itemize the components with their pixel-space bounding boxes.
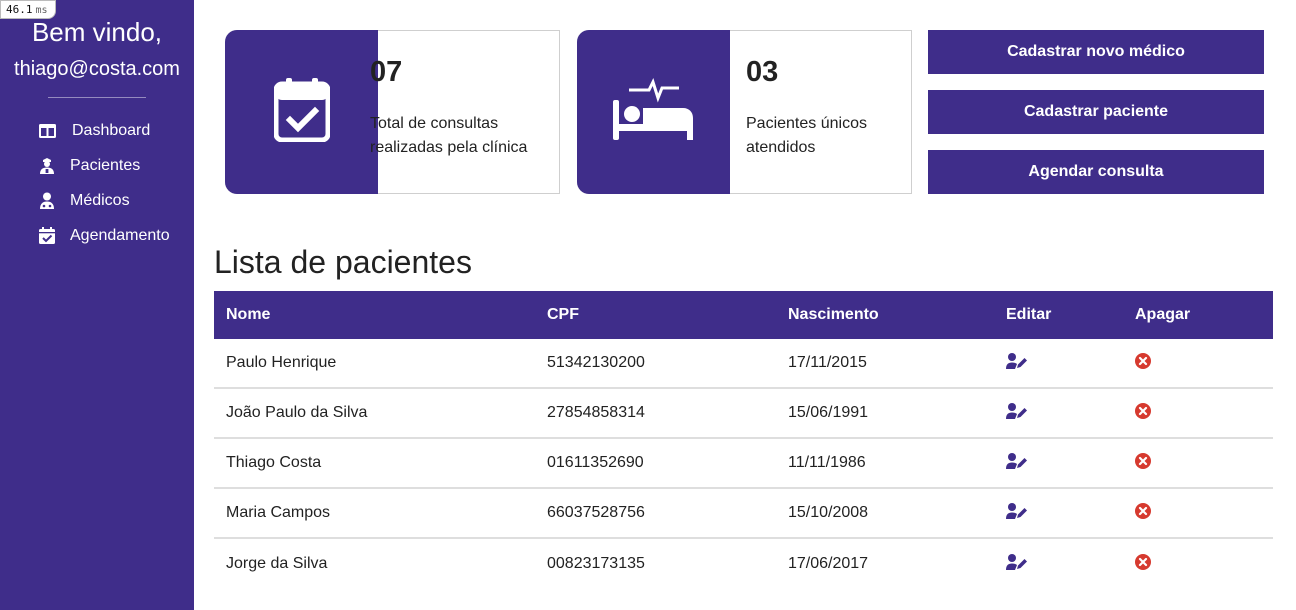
- delete-patient-button[interactable]: [1135, 402, 1151, 424]
- patient-cpf: 27854858314: [547, 404, 645, 421]
- card-icon-block: [225, 30, 378, 194]
- total-consultations-card: 07 Total de consultas realizadas pela cl…: [225, 30, 560, 194]
- user-edit-icon: [1006, 402, 1028, 424]
- patient-name: Paulo Henrique: [226, 354, 337, 371]
- patients-list-title: Lista de pacientes: [214, 244, 472, 280]
- card-value: 03: [746, 56, 779, 88]
- delete-patient-button[interactable]: [1135, 352, 1151, 374]
- header-cpf: CPF: [547, 306, 579, 323]
- bed-pulse-icon: [612, 77, 695, 147]
- close-circle-icon: [1135, 452, 1151, 474]
- sidebar-item-pacientes[interactable]: Pacientes: [36, 148, 186, 183]
- sidebar: Bem vindo, thiago@costa.com Dashboard Pa…: [0, 0, 194, 610]
- edit-patient-button[interactable]: [1006, 452, 1028, 474]
- table-row: João Paulo da Silva 27854858314 15/06/19…: [214, 389, 1273, 439]
- sidebar-item-label: Pacientes: [70, 156, 141, 174]
- header-name: Nome: [226, 306, 271, 323]
- welcome-text: Bem vindo,: [31, 17, 163, 47]
- close-circle-icon: [1135, 502, 1151, 524]
- patient-cpf: 66037528756: [547, 504, 645, 521]
- patient-birth: 15/06/1991: [788, 404, 869, 421]
- sidebar-nav: Dashboard Pacientes Médicos Agendamento: [36, 113, 186, 253]
- unique-patients-card: 03 Pacientes únicos atendidos: [577, 30, 912, 194]
- table-row: Thiago Costa 01611352690 11/11/1986: [214, 439, 1273, 489]
- schedule-appointment-button[interactable]: Agendar consulta: [928, 150, 1264, 194]
- render-time-value: 46.1: [6, 3, 33, 16]
- table-row: Paulo Henrique 51342130200 17/11/2015: [214, 339, 1273, 389]
- table-header: Nome CPF Nascimento Editar Apagar: [214, 291, 1273, 339]
- patient-name: Thiago Costa: [226, 454, 322, 471]
- sidebar-item-agendamento[interactable]: Agendamento: [36, 218, 186, 253]
- patient-name: Jorge da Silva: [226, 555, 328, 572]
- table-body: Paulo Henrique 51342130200 17/11/2015 Jo…: [214, 339, 1273, 589]
- new-patient-button[interactable]: Cadastrar paciente: [928, 90, 1264, 134]
- header-birth: Nascimento: [788, 306, 879, 323]
- sidebar-item-label: Dashboard: [72, 121, 151, 139]
- calendar-check-icon: [36, 225, 58, 247]
- header-edit: Editar: [1006, 306, 1052, 323]
- card-value: 07: [370, 56, 403, 88]
- patient-birth: 17/11/2015: [788, 354, 867, 371]
- header-delete: Apagar: [1135, 306, 1191, 323]
- sidebar-item-medicos[interactable]: Médicos: [36, 183, 186, 218]
- columns-icon: [36, 120, 58, 142]
- sidebar-item-dashboard[interactable]: Dashboard: [36, 113, 186, 148]
- user-edit-icon: [1006, 352, 1028, 374]
- patient-cpf: 00823173135: [547, 555, 645, 572]
- user-email: thiago@costa.com: [14, 58, 180, 80]
- card-description: Total de consultas realizadas pela clíni…: [370, 115, 528, 156]
- user-edit-icon: [1006, 502, 1028, 524]
- user-edit-icon: [1006, 553, 1028, 575]
- render-time-unit: ms: [35, 5, 48, 16]
- patient-birth: 11/11/1986: [788, 454, 866, 471]
- delete-patient-button[interactable]: [1135, 502, 1151, 524]
- user-doctor-icon: [36, 190, 58, 212]
- edit-patient-button[interactable]: [1006, 402, 1028, 424]
- edit-patient-button[interactable]: [1006, 553, 1028, 575]
- sidebar-item-label: Agendamento: [70, 226, 170, 244]
- patient-name: Maria Campos: [226, 504, 331, 521]
- edit-patient-button[interactable]: [1006, 502, 1028, 524]
- patient-cpf: 01611352690: [547, 454, 644, 471]
- user-nurse-icon: [36, 155, 58, 177]
- table-row: Maria Campos 66037528756 15/10/2008: [214, 489, 1273, 539]
- close-circle-icon: [1135, 352, 1151, 374]
- sidebar-item-label: Médicos: [70, 191, 130, 209]
- user-edit-icon: [1006, 452, 1028, 474]
- new-doctor-button[interactable]: Cadastrar novo médico: [928, 30, 1264, 74]
- patient-birth: 15/10/2008: [788, 504, 869, 521]
- calendar-check-icon: [273, 77, 330, 147]
- card-description: Pacientes únicos atendidos: [746, 115, 867, 156]
- delete-patient-button[interactable]: [1135, 452, 1151, 474]
- delete-patient-button[interactable]: [1135, 553, 1151, 575]
- patient-name: João Paulo da Silva: [226, 404, 368, 421]
- edit-patient-button[interactable]: [1006, 352, 1028, 374]
- patient-cpf: 51342130200: [547, 354, 645, 371]
- render-time-badge: 46.1 ms: [0, 0, 56, 19]
- card-icon-block: [577, 30, 730, 194]
- sidebar-divider: [48, 97, 146, 98]
- patients-table: Nome CPF Nascimento Editar Apagar Paulo …: [214, 291, 1273, 589]
- table-row: Jorge da Silva 00823173135 17/06/2017: [214, 539, 1273, 589]
- close-circle-icon: [1135, 553, 1151, 575]
- patient-birth: 17/06/2017: [788, 555, 869, 572]
- close-circle-icon: [1135, 402, 1151, 424]
